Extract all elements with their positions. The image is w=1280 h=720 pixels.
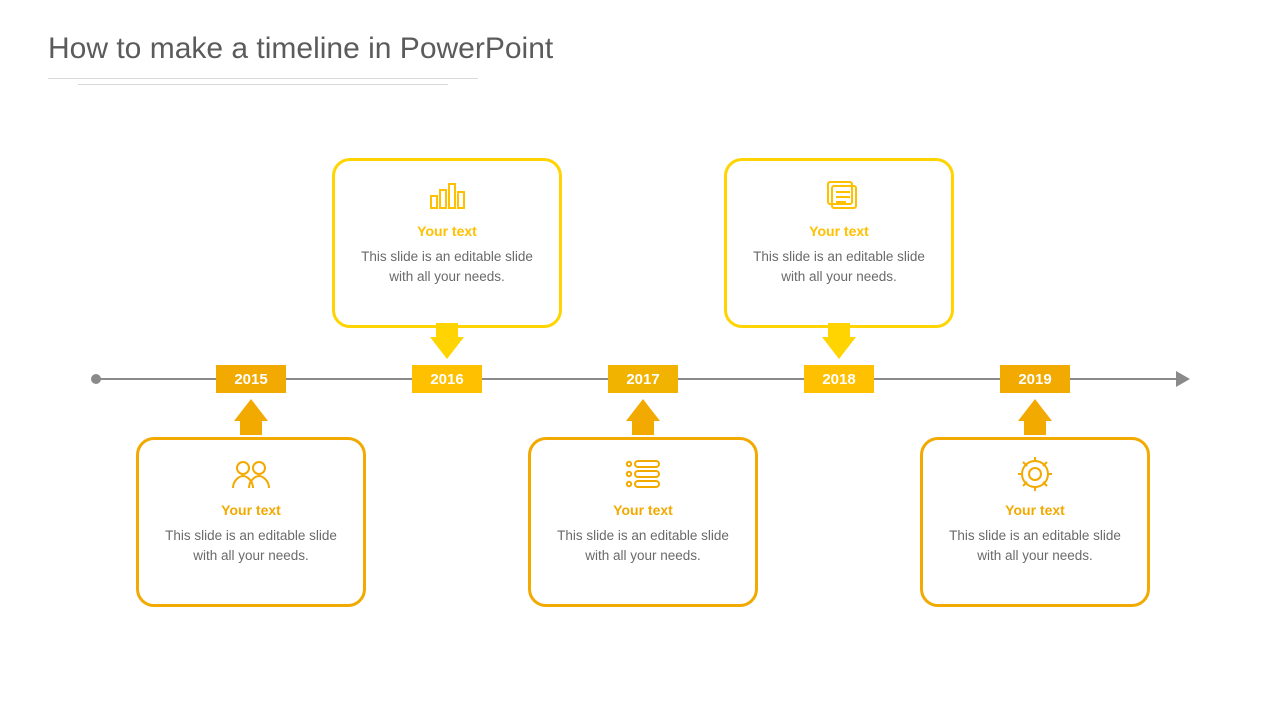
callout-body: This slide is an editable slide with all… <box>941 526 1129 565</box>
timeline-start-dot <box>91 374 101 384</box>
callout-2018: Your text This slide is an editable slid… <box>724 158 954 328</box>
arrow-up-icon <box>234 399 268 421</box>
callout-2016: Your text This slide is an editable slid… <box>332 158 562 328</box>
document-icon <box>820 175 858 215</box>
callout-body: This slide is an editable slide with all… <box>157 526 345 565</box>
callout-heading: Your text <box>221 502 281 518</box>
arrow-stem-2015 <box>240 421 262 435</box>
callout-heading: Your text <box>613 502 673 518</box>
list-icon <box>623 454 663 494</box>
callout-heading: Your text <box>417 223 477 239</box>
year-marker-2018: 2018 <box>804 365 874 393</box>
slide: How to make a timeline in PowerPoint 201… <box>0 0 1280 720</box>
arrow-stem-2016 <box>436 323 458 337</box>
arrow-up-icon <box>1018 399 1052 421</box>
callout-body: This slide is an editable slide with all… <box>745 247 933 286</box>
callout-heading: Your text <box>1005 502 1065 518</box>
year-marker-2017: 2017 <box>608 365 678 393</box>
callout-heading: Your text <box>809 223 869 239</box>
callout-body: This slide is an editable slide with all… <box>353 247 541 286</box>
arrow-down-icon <box>430 337 464 359</box>
gear-icon <box>1017 454 1053 494</box>
slide-title: How to make a timeline in PowerPoint <box>48 32 553 66</box>
arrow-stem-2019 <box>1024 421 1046 435</box>
callout-2019: Your text This slide is an editable slid… <box>920 437 1150 607</box>
year-marker-2015: 2015 <box>216 365 286 393</box>
year-marker-2019: 2019 <box>1000 365 1070 393</box>
year-marker-2016: 2016 <box>412 365 482 393</box>
arrow-stem-2017 <box>632 421 654 435</box>
callout-body: This slide is an editable slide with all… <box>549 526 737 565</box>
arrow-down-icon <box>822 337 856 359</box>
timeline-end-arrow <box>1176 371 1190 387</box>
callout-2017: Your text This slide is an editable slid… <box>528 437 758 607</box>
arrow-stem-2018 <box>828 323 850 337</box>
callout-2015: Your text This slide is an editable slid… <box>136 437 366 607</box>
bar-chart-icon <box>428 175 466 215</box>
title-underline-inner <box>78 84 448 85</box>
arrow-up-icon <box>626 399 660 421</box>
title-underline <box>48 78 478 79</box>
people-icon <box>229 454 273 494</box>
